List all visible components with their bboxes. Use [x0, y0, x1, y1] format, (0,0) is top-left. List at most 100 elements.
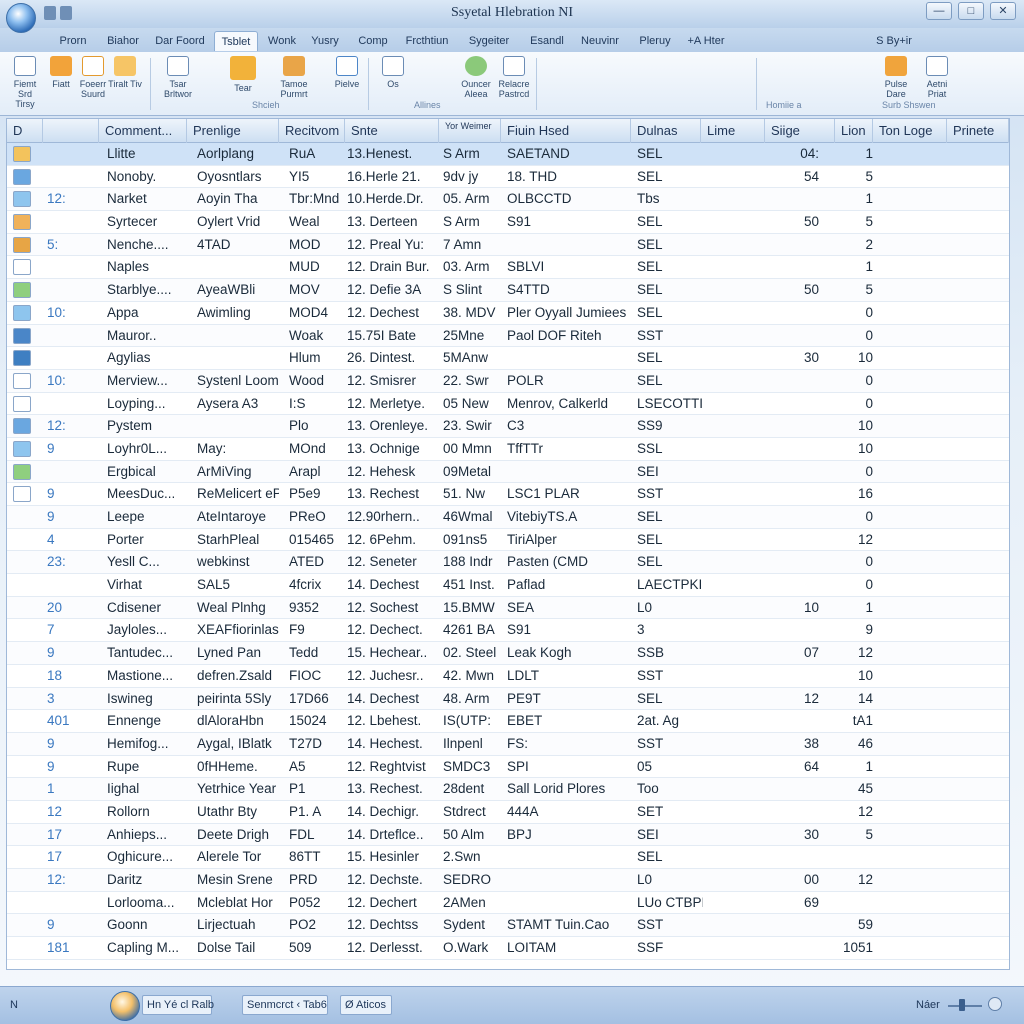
table-cell[interactable]: Weal Plnhg — [197, 597, 279, 619]
table-row[interactable]: 5: Nenche.... 4TAD MOD 12. Preal Yu: 7 Amn SEL… — [7, 233, 1009, 257]
table-cell[interactable]: MeesDuc... — [107, 483, 189, 505]
table-cell[interactable]: 1 — [825, 756, 873, 778]
table-cell[interactable] — [197, 325, 279, 347]
table-cell[interactable]: 17D66 — [289, 688, 345, 710]
table-cell[interactable]: LUo CTBPI — [637, 892, 703, 914]
table-cell[interactable]: Goonn — [107, 914, 189, 936]
table-cell[interactable]: Tbr:Mnd — [289, 188, 345, 210]
table-cell[interactable]: 15. Hechear.. — [347, 642, 441, 664]
tab-s-byir[interactable]: S By+ir — [868, 31, 920, 51]
table-cell[interactable]: Sall Lorid Plores — [507, 778, 635, 800]
table-cell[interactable]: SEL — [637, 166, 703, 188]
table-row[interactable]: 1 Iighal Yetrhice Year P1 13. Rechest. 28dent… — [7, 778, 1009, 801]
table-cell[interactable] — [705, 597, 763, 619]
table-cell[interactable]: 015465 — [289, 529, 345, 551]
table-cell[interactable]: Lyned Pan — [197, 642, 279, 664]
column-header-yor-weimer[interactable]: Yor Weimer — [439, 119, 501, 143]
table-row[interactable]: 9 Goonn Lirjectuah PO2 12. Dechtss Sydent STAM… — [7, 914, 1009, 938]
table-cell[interactable]: Iighal — [107, 778, 189, 800]
table-cell[interactable]: MOnd — [289, 438, 345, 460]
table-cell[interactable]: Alerele Tor — [197, 846, 279, 868]
table-cell[interactable]: MUD — [289, 256, 345, 278]
table-cell[interactable] — [705, 824, 763, 846]
table-cell[interactable]: 0 — [825, 302, 873, 324]
table-cell[interactable]: Systenl Loom — [197, 370, 279, 392]
ribbon-button-13[interactable]: Aetni Priat — [920, 56, 954, 99]
table-cell[interactable] — [47, 166, 95, 188]
table-row[interactable]: Lorlooma... Mcleblat Hor P052 12. Dechert 2A… — [7, 892, 1009, 915]
ribbon-button-1[interactable]: Fiemt Srd Tirsy — [8, 56, 42, 109]
table-cell[interactable] — [507, 347, 635, 369]
table-cell[interactable]: SST — [637, 665, 703, 687]
table-cell[interactable]: 10: — [47, 370, 95, 392]
ribbon-button-2[interactable]: Fiatt — [44, 56, 78, 89]
table-cell[interactable]: SST — [637, 325, 703, 347]
table-cell[interactable] — [705, 415, 763, 437]
table-cell[interactable]: 2 — [825, 234, 873, 256]
table-cell[interactable] — [705, 325, 763, 347]
table-cell[interactable]: 51. Nw — [443, 483, 501, 505]
table-cell[interactable]: VitebiyTS.A — [507, 506, 635, 528]
table-cell[interactable]: 50 Alm — [443, 824, 501, 846]
table-cell[interactable]: 09Metal — [443, 461, 501, 483]
table-cell[interactable] — [705, 914, 763, 936]
table-cell[interactable] — [47, 461, 95, 483]
table-row[interactable]: 9 Leepe AteIntaroye PReO 12.90rhern.. 46Wmal V… — [7, 506, 1009, 529]
table-cell[interactable]: PRD — [289, 869, 345, 891]
table-cell[interactable]: MOV — [289, 279, 345, 301]
table-cell[interactable]: 18. THD — [507, 166, 635, 188]
table-cell[interactable]: SMDC3 — [443, 756, 501, 778]
column-header-lion[interactable]: Lion — [835, 119, 873, 143]
table-cell[interactable]: 1 — [47, 778, 95, 800]
tab-frcthtiun[interactable]: Frcthtiun — [400, 31, 454, 51]
table-cell[interactable] — [705, 756, 763, 778]
table-cell[interactable]: SEL — [637, 846, 703, 868]
start-orb-icon[interactable] — [110, 991, 140, 1021]
table-cell[interactable]: Sydent — [443, 914, 501, 936]
table-cell[interactable]: PE9T — [507, 688, 635, 710]
table-cell[interactable]: 00 — [767, 869, 819, 891]
table-cell[interactable]: 12. Merletye. — [347, 393, 441, 415]
table-cell[interactable]: 12. Seneter — [347, 551, 441, 573]
table-cell[interactable]: May: — [197, 438, 279, 460]
table-cell[interactable] — [705, 256, 763, 278]
ribbon-button-6[interactable]: Tear — [226, 56, 260, 93]
table-cell[interactable] — [767, 483, 819, 505]
table-cell[interactable]: 22. Swr — [443, 370, 501, 392]
table-cell[interactable]: AyeaWBli — [197, 279, 279, 301]
table-cell[interactable] — [767, 370, 819, 392]
table-cell[interactable] — [507, 869, 635, 891]
table-cell[interactable]: 12 — [767, 688, 819, 710]
table-cell[interactable]: SEL — [637, 347, 703, 369]
table-cell[interactable]: 3 — [47, 688, 95, 710]
table-cell[interactable]: FDL — [289, 824, 345, 846]
table-cell[interactable]: 00 Mmn — [443, 438, 501, 460]
table-cell[interactable]: 07 — [767, 642, 819, 664]
table-row[interactable]: 10: Appa Awimling MOD4 12. Dechest 38. MDV Ple… — [7, 302, 1009, 325]
table-cell[interactable]: L0 — [637, 597, 703, 619]
table-cell[interactable]: AteIntaroye — [197, 506, 279, 528]
table-cell[interactable]: C3 — [507, 415, 635, 437]
table-cell[interactable]: 14 — [825, 688, 873, 710]
table-cell[interactable]: defren.Zsald — [197, 665, 279, 687]
table-cell[interactable]: Capling M... — [107, 937, 189, 959]
table-cell[interactable] — [705, 642, 763, 664]
table-cell[interactable]: 9352 — [289, 597, 345, 619]
table-cell[interactable]: SEL — [637, 279, 703, 301]
table-cell[interactable]: 15. Hesinler — [347, 846, 441, 868]
table-row[interactable]: 9 MeesDuc... ReMelicert eP P5e9 13. Rechest 5… — [7, 483, 1009, 506]
table-cell[interactable] — [705, 892, 763, 914]
ribbon-button-11[interactable]: Relacre Pastrcd — [494, 56, 534, 99]
table-cell[interactable]: 15.75I Bate — [347, 325, 441, 347]
table-cell[interactable]: Mauror.. — [107, 325, 189, 347]
table-row[interactable]: 12: Narket Aoyin Tha Tbr:Mnd 10.Herde.Dr. 05.… — [7, 188, 1009, 212]
tab-comp[interactable]: Comp — [350, 31, 396, 51]
table-cell[interactable]: Rupe — [107, 756, 189, 778]
table-cell[interactable]: Weal — [289, 211, 345, 233]
table-cell[interactable] — [705, 143, 763, 165]
table-cell[interactable] — [767, 506, 819, 528]
table-cell[interactable]: Virhat — [107, 574, 189, 596]
table-cell[interactable]: Lorlooma... — [107, 892, 189, 914]
table-cell[interactable]: dlAloraHbn — [197, 710, 279, 732]
ribbon-button-9[interactable]: Os — [376, 56, 410, 89]
